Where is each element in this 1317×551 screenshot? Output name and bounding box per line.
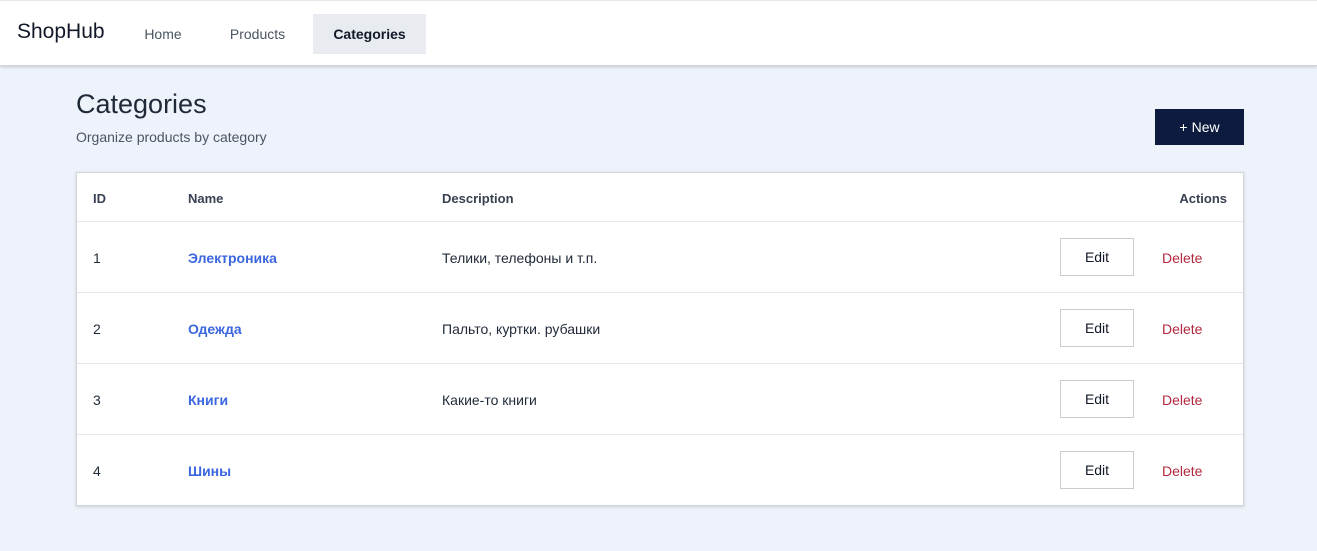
top-navbar: ShopHub Home Products Categories [0,0,1317,66]
table-row: 3 Книги Какие-то книги Edit Delete [77,364,1243,435]
row-description: Какие-то книги [442,392,537,408]
delete-button[interactable]: Delete [1162,321,1202,337]
new-category-button[interactable]: + New [1155,109,1244,145]
category-name-link[interactable]: Электроника [188,250,277,266]
column-header-id: ID [93,191,106,206]
category-name-link[interactable]: Книги [188,392,228,408]
row-id: 4 [93,463,101,479]
column-header-actions: Actions [1179,191,1227,206]
table-row: 4 Шины Edit Delete [77,435,1243,506]
category-name-link[interactable]: Шины [188,463,231,479]
nav-categories[interactable]: Categories [313,14,426,54]
row-description: Телики, телефоны и т.п. [442,250,598,266]
edit-button[interactable]: Edit [1060,238,1134,276]
table-header: ID Name Description Actions [77,173,1243,222]
column-header-name: Name [188,191,224,206]
edit-button[interactable]: Edit [1060,309,1134,347]
edit-button[interactable]: Edit [1060,380,1134,418]
table-row: 2 Одежда Пальто, куртки. рубашки Edit De… [77,293,1243,364]
delete-button[interactable]: Delete [1162,463,1202,479]
delete-button[interactable]: Delete [1162,392,1202,408]
new-button-label: New [1191,119,1220,135]
plus-icon: + [1179,119,1188,135]
row-id: 1 [93,250,101,266]
page-title: Categories [76,89,207,119]
column-header-description: Description [442,191,514,206]
row-id: 3 [93,392,101,408]
category-name-link[interactable]: Одежда [188,321,242,337]
row-id: 2 [93,321,101,337]
table-row: 1 Электроника Телики, телефоны и т.п. Ed… [77,222,1243,293]
nav-home[interactable]: Home [129,14,197,54]
page-subtitle: Organize products by category [76,129,267,145]
brand-logo[interactable]: ShopHub [17,20,105,44]
edit-button[interactable]: Edit [1060,451,1134,489]
row-description: Пальто, куртки. рубашки [442,321,601,337]
categories-table: ID Name Description Actions 1 Электроник… [76,172,1244,506]
nav-products[interactable]: Products [213,14,302,54]
delete-button[interactable]: Delete [1162,250,1202,266]
